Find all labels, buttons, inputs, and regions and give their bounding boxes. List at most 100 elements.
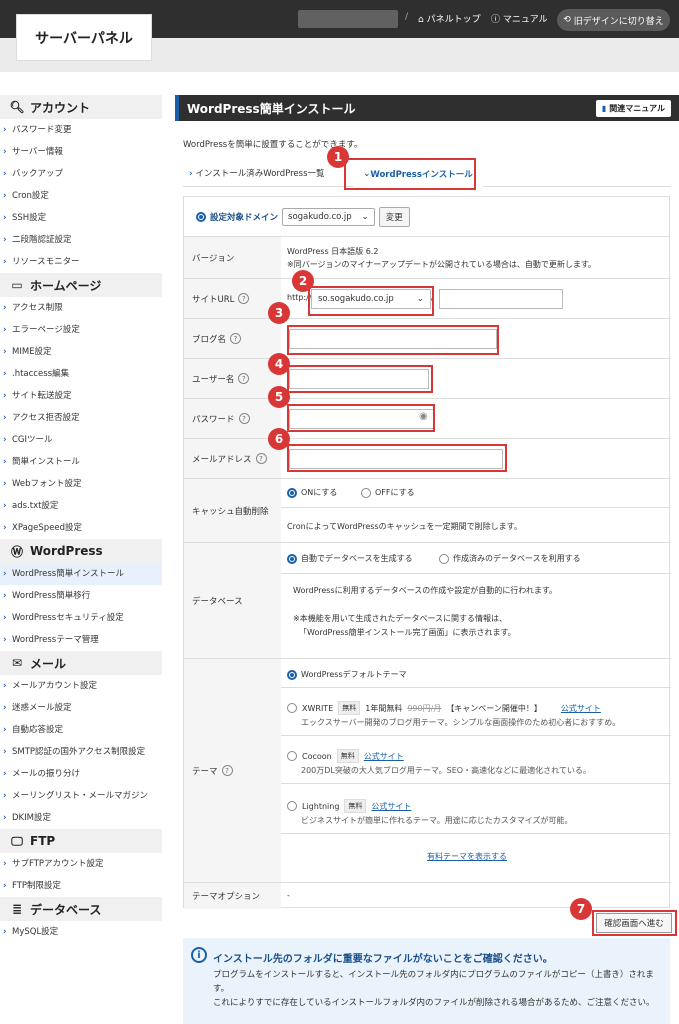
help-icon[interactable]: ? [238, 373, 250, 384]
sidebar-section-title: メール [30, 656, 67, 671]
sidebar-section-title: アカウント [30, 100, 91, 115]
highlight-box [287, 325, 499, 355]
sidebar-item[interactable]: MIME設定 [0, 341, 162, 363]
monitor-icon: 🖵 [11, 833, 23, 848]
sidebar-item[interactable]: メールの振り分け [0, 763, 162, 785]
highlight-box [287, 365, 433, 393]
sidebar-section-title: WordPress [30, 544, 103, 558]
sidebar-item[interactable]: リソースモニター [0, 251, 162, 273]
sidebar-item[interactable]: .htaccess編集 [0, 363, 162, 385]
theme-cocoon-radio[interactable] [287, 751, 297, 761]
xwrite-desc: エックスサーバー開発のブログ用テーマ。シンプルな画面操作のため初心者におすすめ。 [301, 718, 621, 727]
info-notice: i インストール先のフォルダに重要なファイルがないことをご確認ください。 プログ… [183, 938, 670, 1024]
highlight-box [308, 286, 434, 316]
sidebar-item[interactable]: SMTP認証の国外アクセス制限設定 [0, 741, 162, 763]
sidebar-item[interactable]: XPageSpeed設定 [0, 517, 162, 539]
blog-name-label: ブログ名? [184, 319, 281, 358]
xwrite-official-link[interactable]: 公式サイト [561, 703, 601, 714]
sidebar-section-title: データベース [30, 902, 102, 917]
version-note: ※同バージョンのマイナーアップデートが公開されている場合は、自動で更新します。 [287, 260, 597, 269]
step-badge: 2 [292, 270, 314, 292]
sidebar-item[interactable]: CGIツール [0, 429, 162, 451]
db-existing-radio[interactable] [439, 553, 449, 564]
sidebar-section-3: ✉ メール [0, 651, 162, 675]
help-icon[interactable]: ? [238, 413, 250, 424]
wordpress-icon: Ⓦ [10, 544, 23, 559]
sidebar-item[interactable]: メーリングリスト・メールマガジン [0, 785, 162, 807]
sidebar-item[interactable]: WordPressテーマ管理 [0, 629, 162, 651]
search-icon: 🔍︎ [9, 100, 25, 114]
tab-installed-list[interactable]: › インストール済みWordPress一覧 [189, 167, 325, 179]
panel-top-link[interactable]: ⌂ パネルトップ [418, 12, 481, 25]
sidebar-section-title: FTP [30, 834, 56, 848]
db-note: WordPressに利用するデータベースの作成や設定が自動的に行われます。 [293, 586, 558, 595]
cache-on-radio[interactable] [287, 487, 297, 498]
domain-select[interactable]: sogakudo.co.jp ⌄ [282, 207, 375, 226]
sidebar-item[interactable]: 簡単インストール [0, 451, 162, 473]
sidebar-item[interactable]: 自動応答設定 [0, 719, 162, 741]
sidebar-item[interactable]: メールアカウント設定 [0, 675, 162, 697]
step-badge: 7 [570, 898, 592, 920]
sidebar-item[interactable]: MySQL設定 [0, 921, 162, 943]
sidebar-item[interactable]: DKIM設定 [0, 807, 162, 829]
paid-themes-link[interactable]: 有料テーマを表示する [427, 851, 507, 862]
theme-default-radio[interactable] [287, 669, 297, 680]
domain-row: 設定対象ドメイン sogakudo.co.jp ⌄ 変更 [184, 197, 669, 237]
db-note: 「WordPress簡単インストール完了画面」に表示されます。 [299, 628, 516, 637]
lightning-desc: ビジネスサイトが簡単に作れるテーマ。用途に応じたカスタマイズが可能。 [301, 816, 573, 825]
change-button[interactable]: 変更 [378, 206, 410, 227]
sidebar-item[interactable]: パスワード変更 [0, 119, 162, 141]
sidebar-item[interactable]: サーバー情報 [0, 141, 162, 163]
book-icon: ▮ [601, 104, 607, 113]
database-icon: ≣ [11, 902, 23, 916]
manual-link[interactable]: ⓘ マニュアル [491, 12, 548, 25]
sidebar-item[interactable]: 迷惑メール設定 [0, 697, 162, 719]
sidebar-item[interactable]: サイト転送設定 [0, 385, 162, 407]
sidebar-item[interactable]: FTP制限設定 [0, 875, 162, 897]
info-title: インストール先のフォルダに重要なファイルがないことをご確認ください。 [213, 954, 553, 965]
sidebar: 🔍︎ アカウントパスワード変更サーバー情報バックアップCron設定SSH設定二段階… [0, 95, 162, 943]
sidebar-item[interactable]: WordPress簡単インストール [0, 563, 162, 585]
sidebar-section-4: 🖵 FTP [0, 829, 162, 853]
help-icon[interactable]: ? [230, 333, 242, 344]
sidebar-item[interactable]: サブFTPアカウント設定 [0, 853, 162, 875]
sidebar-item[interactable]: WordPress簡単移行 [0, 585, 162, 607]
highlight-box [287, 404, 435, 432]
help-icon[interactable]: ? [221, 765, 233, 776]
related-manual-button[interactable]: ▮ 関連マニュアル [595, 100, 671, 117]
sidebar-item[interactable]: Cron設定 [0, 185, 162, 207]
cache-note: CronによってWordPressのキャッシュを一定期間で削除します。 [287, 522, 522, 531]
theme-lightning-radio[interactable] [287, 801, 297, 811]
help-icon[interactable]: ? [255, 453, 267, 464]
sidebar-item[interactable]: アクセス制限 [0, 297, 162, 319]
sidebar-item[interactable]: 二段階認証設定 [0, 229, 162, 251]
old-design-button[interactable]: ⟲ 旧デザインに切り替え [557, 9, 670, 31]
domain-radio[interactable] [196, 211, 206, 222]
theme-option-value: - [287, 891, 290, 900]
lightning-official-link[interactable]: 公式サイト [371, 801, 411, 812]
cache-off-radio[interactable] [361, 487, 371, 498]
cocoon-official-link[interactable]: 公式サイト [364, 751, 404, 762]
page-title: WordPress簡単インストール ▮ 関連マニュアル [175, 95, 679, 121]
help-icon[interactable]: ? [238, 293, 250, 304]
main-content: WordPress簡単インストール ▮ 関連マニュアル WordPressを簡単に… [175, 95, 679, 150]
sidebar-item[interactable]: WordPressセキュリティ設定 [0, 607, 162, 629]
cache-label: キャッシュ自動削除 [184, 479, 281, 542]
sidebar-item[interactable]: エラーページ設定 [0, 319, 162, 341]
sidebar-item[interactable]: SSH設定 [0, 207, 162, 229]
sidebar-item[interactable]: Webフォント設定 [0, 473, 162, 495]
highlight-box [287, 444, 507, 472]
theme-xwrite-radio[interactable] [287, 703, 297, 713]
cocoon-desc: 200万DL突破の大人気ブログ用テーマ。SEO・高速化などに最適化されている。 [301, 766, 591, 775]
highlight-box [344, 158, 476, 190]
directory-input[interactable] [439, 289, 563, 309]
sidebar-item[interactable]: ads.txt設定 [0, 495, 162, 517]
step-badge: 4 [268, 353, 290, 375]
switch-icon: ⟲ [563, 15, 571, 25]
logo: サーバーパネル [16, 14, 152, 61]
db-auto-radio[interactable] [287, 553, 297, 564]
sidebar-section-0: 🔍︎ アカウント [0, 95, 162, 119]
sidebar-item[interactable]: バックアップ [0, 163, 162, 185]
sidebar-section-2: Ⓦ WordPress [0, 539, 162, 563]
sidebar-item[interactable]: アクセス拒否設定 [0, 407, 162, 429]
